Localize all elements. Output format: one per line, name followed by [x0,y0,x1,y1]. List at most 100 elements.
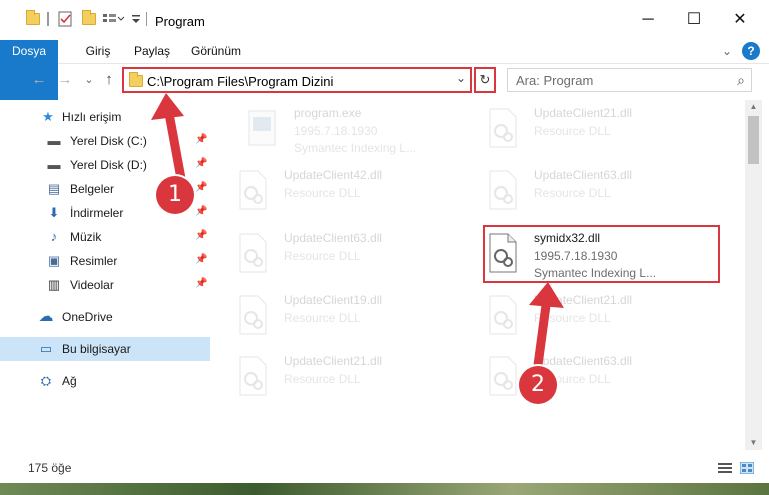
dll-file-icon [239,295,267,335]
drive-icon: ▬ [47,157,61,172]
search-input[interactable]: Ara: Program ⌕ [507,68,752,92]
pin-icon: 📌 [195,278,208,289]
pin-icon: 📌 [195,206,208,217]
pictures-icon: ▣ [47,253,61,268]
tab-home[interactable]: Giriş [78,40,118,64]
separator [47,12,49,26]
nav-item-label: Müzik [70,230,102,244]
file-name: UpdateClient21.dll [284,354,383,368]
refresh-button[interactable]: ↻ [474,67,496,93]
nav-item-label: Belgeler [70,182,115,196]
nav-item-onedrive[interactable]: ☁ OneDrive [0,305,210,329]
file-item[interactable]: program.exe 1995.7.18.1930 Symantec Inde… [232,100,472,160]
up-button[interactable]: ↑ [100,70,118,90]
annotation-marker-1: 1 [156,176,194,214]
file-description: Resource DLL [284,186,361,200]
tab-share[interactable]: Paylaş [130,40,174,64]
nav-item-quick-access[interactable]: ★ Hızlı erişim [0,105,210,129]
file-name: UpdateClient63.dll [284,231,383,245]
nav-item-drive-c[interactable]: ▬ Yerel Disk (C:) 📌 [0,129,210,153]
file-description: Resource DLL [284,249,361,263]
scroll-up-icon[interactable]: ▲ [745,100,762,114]
pin-icon: 📌 [195,230,208,241]
file-version: 1995.7.18.1930 [294,124,378,138]
back-button[interactable]: ← [30,70,48,90]
title-bar: Program ─ ☐ ✕ [0,0,769,40]
large-icons-view-icon[interactable] [740,462,754,474]
dll-file-icon [489,356,517,396]
file-item[interactable]: UpdateClient63.dll Resource DLL [472,348,712,408]
drive-icon: ▬ [47,133,61,148]
nav-item-music[interactable]: ♪ Müzik 📌 [0,225,210,249]
file-item[interactable]: UpdateClient63.dll Resource DLL [472,162,712,222]
address-path[interactable]: C:\Program Files\Program Dizini [147,74,333,89]
new-folder-icon[interactable] [80,10,96,28]
file-item[interactable]: UpdateClient19.dll Resource DLL [222,287,462,347]
tab-view[interactable]: Görünüm [187,40,245,64]
file-description: Symantec Indexing L... [294,141,417,155]
vertical-scrollbar[interactable]: ▲ ▼ [745,100,762,450]
details-view-icon[interactable] [718,462,732,474]
file-name: UpdateClient63.dll [534,168,633,182]
tab-file[interactable]: Dosya [0,40,58,100]
window-title: Program [155,14,205,29]
dll-file-icon [239,170,267,210]
file-item[interactable]: UpdateClient21.dll Resource DLL [472,100,712,160]
dropdown-arrow-icon[interactable] [130,10,146,28]
separator [146,12,147,26]
status-bar: 175 öğe [0,455,769,481]
file-description: Resource DLL [284,311,361,325]
file-item[interactable]: UpdateClient42.dll Resource DLL [222,162,462,222]
dll-file-icon [489,295,517,335]
address-bar[interactable]: C:\Program Files\Program Dizini ⌄ [122,67,472,93]
customize-toolbar-icon[interactable] [102,10,125,28]
help-icon[interactable]: ? [742,42,760,60]
expand-ribbon-icon[interactable]: ⌄ [718,40,736,64]
annotation-marker-2: 2 [519,366,557,404]
nav-item-label: Hızlı erişim [62,110,122,124]
recent-locations-button[interactable]: ⌄ [80,70,98,90]
folder-icon [24,10,40,28]
file-item[interactable]: UpdateClient63.dll Resource DLL [222,225,462,285]
close-button[interactable]: ✕ [717,0,763,40]
videos-icon: ▥ [47,277,61,292]
nav-item-pictures[interactable]: ▣ Resimler 📌 [0,249,210,273]
properties-icon[interactable] [57,10,73,28]
navigation-pane: ★ Hızlı erişim ▬ Yerel Disk (C:) 📌 ▬ Yer… [0,100,210,450]
file-description: Resource DLL [534,186,611,200]
dll-file-icon [239,233,267,273]
nav-item-label: OneDrive [62,310,113,324]
selected-file-highlight [483,225,720,283]
scroll-thumb[interactable] [748,116,759,164]
nav-item-label: Resimler [70,254,118,268]
nav-item-this-pc[interactable]: ▭ Bu bilgisayar [0,337,210,361]
forward-button[interactable]: → [56,70,74,90]
minimize-button[interactable]: ─ [625,0,671,40]
maximize-button[interactable]: ☐ [671,0,717,40]
nav-item-drive-d[interactable]: ▬ Yerel Disk (D:) 📌 [0,153,210,177]
computer-icon: ▭ [39,341,53,356]
address-dropdown-icon[interactable]: ⌄ [456,71,466,85]
nav-item-label: Ağ [62,374,77,388]
search-placeholder: Ara: Program [516,73,594,88]
cloud-icon: ☁ [38,308,54,325]
ribbon-tabs: Dosya Giriş Paylaş Görünüm ⌄ ? [0,40,769,100]
pin-icon: 📌 [195,182,208,193]
documents-icon: ▤ [47,181,61,196]
nav-item-videos[interactable]: ▥ Videolar 📌 [0,273,210,297]
file-name: UpdateClient19.dll [284,293,383,307]
nav-item-network[interactable]: ⛭ Ağ [0,369,210,393]
scroll-down-icon[interactable]: ▼ [745,436,762,450]
file-description: Resource DLL [534,311,611,325]
file-item[interactable]: UpdateClient21.dll Resource DLL [222,348,462,408]
file-name: UpdateClient63.dll [534,354,633,368]
nav-item-label: Yerel Disk (C:) [70,134,147,148]
file-item[interactable]: UpdateClient21.dll Resource DLL [472,287,712,347]
item-count: 175 öğe [28,461,72,475]
nav-item-label: Videolar [70,278,114,292]
star-icon: ★ [42,109,54,124]
file-name: UpdateClient42.dll [284,168,383,182]
explorer-window: Program ─ ☐ ✕ Dosya Giriş Paylaş Görünüm… [0,0,769,483]
folder-icon [129,72,143,87]
pin-icon: 📌 [195,134,208,145]
